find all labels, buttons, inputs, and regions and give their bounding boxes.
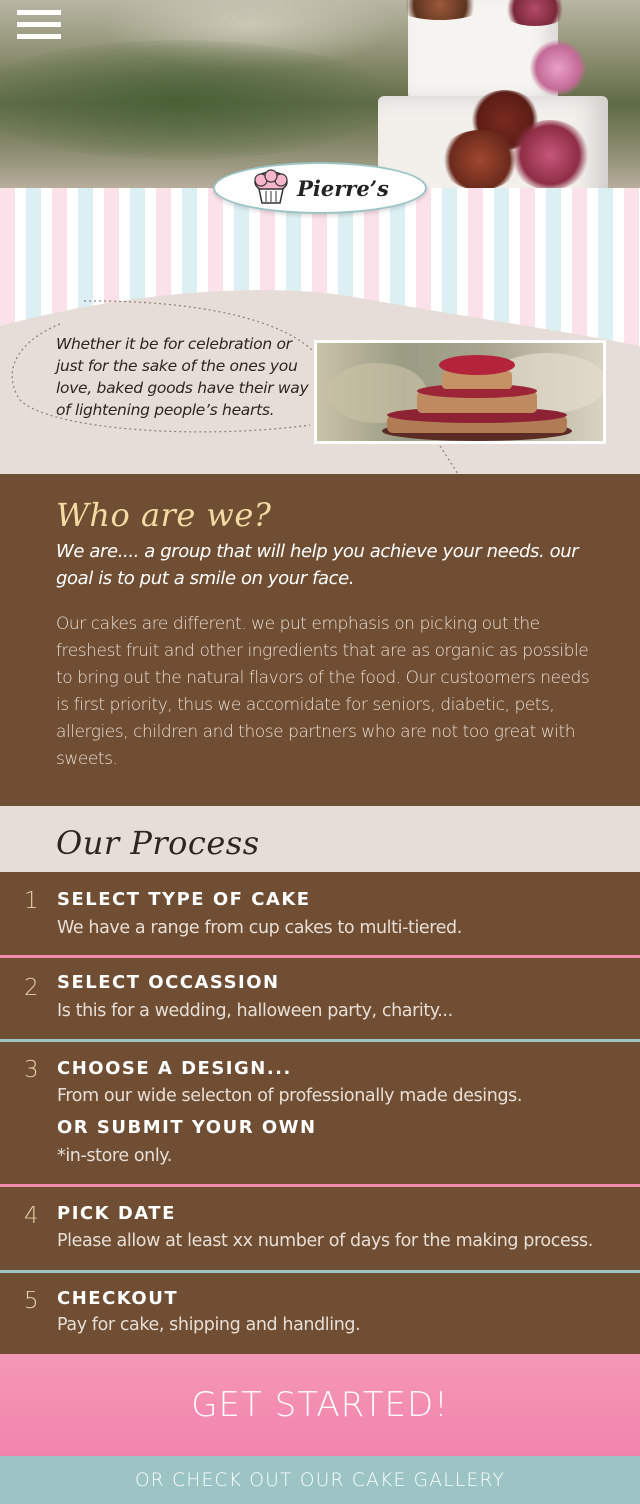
who-title: Who are we? — [56, 496, 272, 534]
who-section: Who are we? We are.... a group that will… — [0, 474, 640, 806]
get-started-label: GET STARTED! — [191, 1385, 449, 1425]
cake-photo — [314, 340, 606, 444]
who-body: Our cakes are different. we put emphasis… — [56, 614, 590, 769]
process-title: Our Process — [56, 824, 260, 862]
chef-hat-cupcake-icon — [254, 169, 288, 204]
flower-decoration — [440, 130, 520, 188]
step-title: CHECKOUT — [57, 1288, 179, 1309]
step-title: CHOOSE A DESIGN... — [57, 1058, 292, 1079]
step-note: *in-store only. — [57, 1146, 172, 1166]
hero-blur — [0, 40, 390, 160]
get-started-button[interactable]: GET STARTED! — [0, 1354, 640, 1456]
step-number: 3 — [24, 1057, 39, 1083]
step-description: From our wide selecton of professionally… — [57, 1086, 523, 1106]
flower-decoration — [530, 40, 586, 96]
step-description: We have a range from cup cakes to multi-… — [57, 918, 462, 938]
step-description: Is this for a wedding, halloween party, … — [57, 1001, 453, 1021]
process-step: 4 PICK DATE Please allow at least xx num… — [0, 1187, 640, 1270]
process-header: Our Process — [0, 806, 640, 872]
process-step: 3 CHOOSE A DESIGN... From our wide selec… — [0, 1042, 640, 1184]
step-title: SELECT TYPE OF CAKE — [57, 889, 311, 910]
brand-logo[interactable]: Pierre’s — [213, 162, 427, 214]
flower-decoration — [510, 120, 590, 188]
step-number: 4 — [24, 1203, 39, 1229]
step-subtitle: OR SUBMIT YOUR OWN — [57, 1117, 317, 1138]
step-title: PICK DATE — [57, 1203, 176, 1224]
hamburger-menu-icon[interactable] — [17, 10, 61, 44]
step-title: SELECT OCCASSION — [57, 972, 280, 993]
step-number: 5 — [24, 1288, 39, 1314]
process-step: 5 CHECKOUT Pay for cake, shipping and ha… — [0, 1273, 640, 1354]
step-description: Pay for cake, shipping and handling. — [57, 1315, 361, 1335]
brand-name: Pierre’s — [297, 175, 389, 201]
intro-quote: Whether it be for celebration or just fo… — [56, 335, 309, 419]
who-lead: We are.... a group that will help you ac… — [56, 541, 579, 589]
process-step: 1 SELECT TYPE OF CAKE We have a range fr… — [0, 872, 640, 955]
step-description: Please allow at least xx number of days … — [57, 1231, 593, 1251]
cake-gallery-label: OR CHECK OUT OUR CAKE GALLERY — [134, 1469, 506, 1491]
cake-gallery-link[interactable]: OR CHECK OUT OUR CAKE GALLERY — [0, 1456, 640, 1504]
hero-banner — [0, 0, 640, 188]
step-number: 2 — [24, 975, 39, 1001]
process-step: 2 SELECT OCCASSION Is this for a wedding… — [0, 958, 640, 1039]
step-number: 1 — [24, 888, 39, 914]
